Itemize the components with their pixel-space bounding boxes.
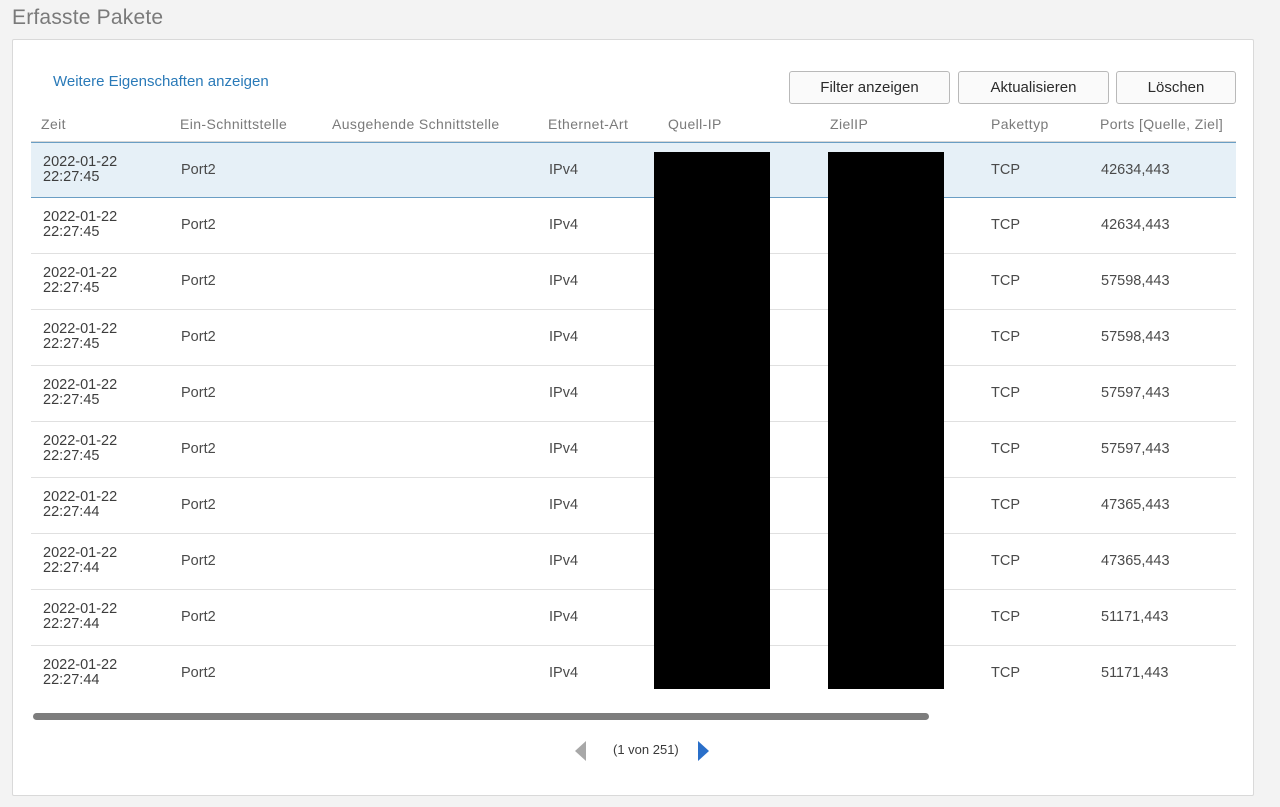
packet-capture-panel: Weitere Eigenschaften anzeigen Filter an… bbox=[12, 39, 1254, 796]
column-header-destination-ip[interactable]: ZielIP bbox=[830, 116, 868, 132]
table-row[interactable]: 2022-01-22 22:27:45 Port2 IPv4 TCP 57597,… bbox=[31, 366, 1236, 422]
ports-cell: 42634,443 bbox=[1101, 217, 1170, 233]
packet-type-cell: TCP bbox=[991, 609, 1020, 625]
ports-cell: 51171,443 bbox=[1101, 665, 1169, 681]
destination-ip-redaction bbox=[828, 152, 944, 689]
delete-button[interactable]: Löschen bbox=[1116, 71, 1236, 104]
packet-type-cell: TCP bbox=[991, 217, 1020, 233]
next-page-icon[interactable] bbox=[698, 741, 709, 761]
in-interface-cell: Port2 bbox=[181, 441, 216, 457]
table-header: Zeit Ein-Schnittstelle Ausgehende Schnit… bbox=[31, 110, 1236, 142]
show-filter-button[interactable]: Filter anzeigen bbox=[789, 71, 950, 104]
table-row[interactable]: 2022-01-22 22:27:45 Port2 IPv4 TCP 42634,… bbox=[31, 142, 1236, 198]
time-cell: 2022-01-22 22:27:45 bbox=[43, 377, 118, 408]
ports-cell: 57598,443 bbox=[1101, 273, 1170, 289]
column-header-out-interface[interactable]: Ausgehende Schnittstelle bbox=[332, 116, 500, 132]
refresh-button[interactable]: Aktualisieren bbox=[958, 71, 1109, 104]
packet-type-cell: TCP bbox=[991, 273, 1020, 289]
scrollbar-thumb[interactable] bbox=[33, 713, 929, 720]
in-interface-cell: Port2 bbox=[181, 609, 216, 625]
packet-type-cell: TCP bbox=[991, 553, 1020, 569]
ports-cell: 47365,443 bbox=[1101, 553, 1170, 569]
page-indicator: (1 von 251) bbox=[613, 742, 679, 757]
in-interface-cell: Port2 bbox=[181, 497, 216, 513]
ports-cell: 57597,443 bbox=[1101, 441, 1170, 457]
time-cell: 2022-01-22 22:27:44 bbox=[43, 545, 118, 576]
ethernet-type-cell: IPv4 bbox=[549, 217, 579, 233]
column-header-source-ip[interactable]: Quell-IP bbox=[668, 116, 722, 132]
packet-type-cell: TCP bbox=[991, 385, 1020, 401]
time-cell: 2022-01-22 22:27:45 bbox=[43, 433, 118, 464]
time-cell: 2022-01-22 22:27:44 bbox=[43, 489, 118, 520]
pagination: (1 von 251) bbox=[573, 739, 713, 763]
time-cell: 2022-01-22 22:27:45 bbox=[43, 209, 118, 240]
ports-cell: 51171,443 bbox=[1101, 609, 1169, 625]
ethernet-type-cell: IPv4 bbox=[549, 665, 579, 681]
packet-table: Zeit Ein-Schnittstelle Ausgehende Schnit… bbox=[31, 110, 1236, 700]
table-row[interactable]: 2022-01-22 22:27:44 Port2 IPv4 TCP 47365,… bbox=[31, 534, 1236, 590]
ethernet-type-cell: IPv4 bbox=[549, 162, 579, 178]
page-title: Erfasste Pakete bbox=[12, 6, 164, 29]
in-interface-cell: Port2 bbox=[181, 217, 216, 233]
in-interface-cell: Port2 bbox=[181, 553, 216, 569]
time-cell: 2022-01-22 22:27:45 bbox=[43, 321, 118, 352]
time-cell: 2022-01-22 22:27:45 bbox=[43, 265, 118, 296]
ethernet-type-cell: IPv4 bbox=[549, 385, 579, 401]
table-row[interactable]: 2022-01-22 22:27:45 Port2 IPv4 TCP 57597,… bbox=[31, 422, 1236, 478]
in-interface-cell: Port2 bbox=[181, 385, 216, 401]
ports-cell: 57597,443 bbox=[1101, 385, 1170, 401]
ethernet-type-cell: IPv4 bbox=[549, 497, 579, 513]
in-interface-cell: Port2 bbox=[181, 665, 216, 681]
ethernet-type-cell: IPv4 bbox=[549, 273, 579, 289]
ethernet-type-cell: IPv4 bbox=[549, 329, 579, 345]
table-row[interactable]: 2022-01-22 22:27:44 Port2 IPv4 TCP 51171,… bbox=[31, 590, 1236, 646]
in-interface-cell: Port2 bbox=[181, 329, 216, 345]
table-row[interactable]: 2022-01-22 22:27:45 Port2 IPv4 TCP 57598,… bbox=[31, 254, 1236, 310]
packet-type-cell: TCP bbox=[991, 441, 1020, 457]
in-interface-cell: Port2 bbox=[181, 162, 216, 178]
column-header-packet-type[interactable]: Pakettyp bbox=[991, 116, 1049, 132]
table-row[interactable]: 2022-01-22 22:27:44 Port2 IPv4 TCP 51171,… bbox=[31, 646, 1236, 700]
in-interface-cell: Port2 bbox=[181, 273, 216, 289]
packet-type-cell: TCP bbox=[991, 497, 1020, 513]
packet-type-cell: TCP bbox=[991, 162, 1020, 178]
previous-page-icon[interactable] bbox=[575, 741, 586, 761]
column-header-time[interactable]: Zeit bbox=[41, 116, 66, 132]
ethernet-type-cell: IPv4 bbox=[549, 553, 579, 569]
ports-cell: 42634,443 bbox=[1101, 162, 1170, 178]
time-cell: 2022-01-22 22:27:44 bbox=[43, 657, 118, 688]
more-properties-link[interactable]: Weitere Eigenschaften anzeigen bbox=[53, 73, 269, 90]
source-ip-redaction bbox=[654, 152, 770, 689]
ports-cell: 47365,443 bbox=[1101, 497, 1170, 513]
table-row[interactable]: 2022-01-22 22:27:45 Port2 IPv4 TCP 57598,… bbox=[31, 310, 1236, 366]
ethernet-type-cell: IPv4 bbox=[549, 441, 579, 457]
column-header-in-interface[interactable]: Ein-Schnittstelle bbox=[180, 116, 287, 132]
table-row[interactable]: 2022-01-22 22:27:45 Port2 IPv4 TCP 42634,… bbox=[31, 198, 1236, 254]
time-cell: 2022-01-22 22:27:45 bbox=[43, 154, 118, 185]
ports-cell: 57598,443 bbox=[1101, 329, 1170, 345]
ethernet-type-cell: IPv4 bbox=[549, 609, 579, 625]
packet-type-cell: TCP bbox=[991, 665, 1020, 681]
packet-type-cell: TCP bbox=[991, 329, 1020, 345]
column-header-ethernet-type[interactable]: Ethernet-Art bbox=[548, 116, 628, 132]
column-header-ports[interactable]: Ports [Quelle, Ziel] bbox=[1100, 116, 1223, 132]
horizontal-scrollbar[interactable] bbox=[31, 711, 1236, 721]
time-cell: 2022-01-22 22:27:44 bbox=[43, 601, 118, 632]
table-row[interactable]: 2022-01-22 22:27:44 Port2 IPv4 TCP 47365,… bbox=[31, 478, 1236, 534]
